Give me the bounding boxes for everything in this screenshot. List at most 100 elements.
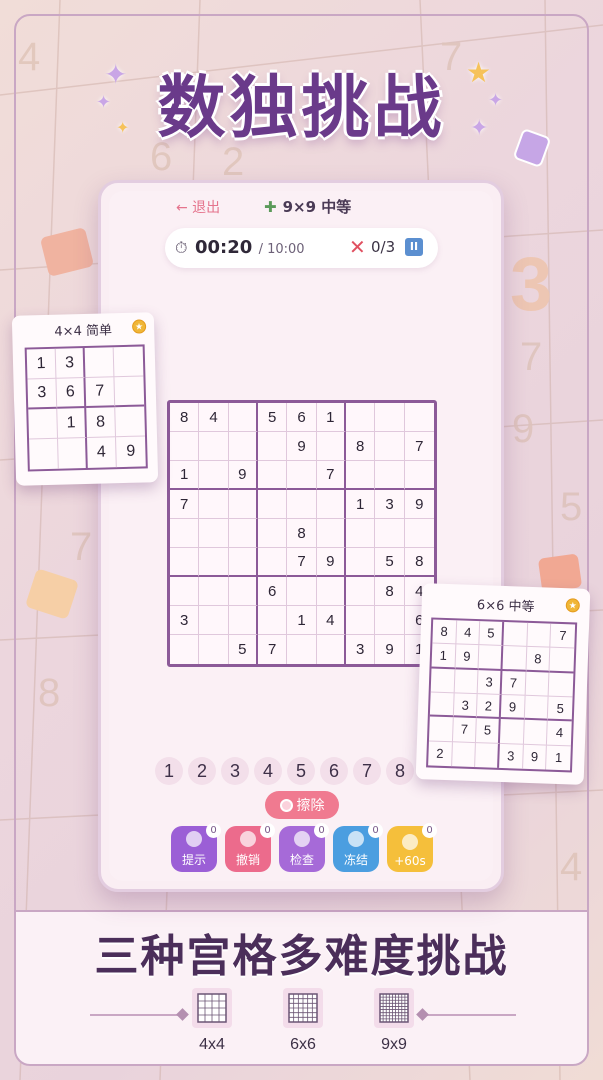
sudoku-cell[interactable]	[548, 672, 574, 698]
sudoku-cell[interactable]	[375, 461, 405, 490]
sudoku-cell[interactable]	[475, 742, 500, 768]
size-option-9x9[interactable]: 9x9	[370, 988, 418, 1054]
sudoku-cell[interactable]: 6	[56, 377, 87, 409]
sudoku-cell[interactable]	[503, 622, 528, 648]
number-key-5[interactable]: 5	[287, 757, 315, 785]
sudoku-cell[interactable]	[478, 645, 504, 671]
sudoku-cell[interactable]: 8	[404, 548, 434, 577]
sudoku-cell[interactable]	[258, 519, 288, 548]
sudoku-cell[interactable]: 1	[346, 490, 376, 519]
sudoku-cell[interactable]: 1	[546, 745, 570, 770]
sudoku-cell[interactable]: 9	[228, 461, 258, 490]
sudoku-cell[interactable]	[170, 548, 200, 577]
number-key-7[interactable]: 7	[353, 757, 381, 785]
sudoku-cell[interactable]	[549, 647, 575, 674]
sudoku-cell[interactable]	[287, 461, 317, 490]
sudoku-cell[interactable]	[199, 432, 229, 461]
sudoku-cell[interactable]	[375, 606, 405, 635]
number-key-1[interactable]: 1	[155, 757, 183, 785]
sudoku-cell[interactable]: 7	[316, 461, 346, 490]
sudoku-cell[interactable]	[502, 646, 527, 672]
sudoku-cell[interactable]	[115, 406, 146, 438]
sudoku-cell[interactable]	[170, 432, 200, 461]
sudoku-cell[interactable]	[228, 432, 258, 461]
sudoku-cell[interactable]: 1	[57, 407, 88, 439]
sudoku-cell[interactable]: 8	[346, 432, 376, 461]
sudoku-cell[interactable]	[526, 622, 552, 648]
sudoku-cell[interactable]	[430, 668, 456, 694]
sudoku-cell[interactable]: 7	[258, 635, 288, 664]
sudoku-cell[interactable]	[29, 438, 59, 470]
sudoku-cell[interactable]: 9	[116, 436, 146, 467]
sudoku-cell[interactable]: 6	[287, 403, 317, 432]
sudoku-cell[interactable]: 3	[375, 490, 405, 519]
sudoku-cell[interactable]: 4	[199, 403, 229, 432]
sudoku-cell[interactable]	[375, 519, 405, 548]
sudoku-cell[interactable]: 3	[27, 378, 58, 410]
size-option-4x4[interactable]: 4x4	[188, 988, 236, 1054]
sudoku-cell[interactable]	[28, 408, 59, 440]
sudoku-cell[interactable]: 3	[346, 635, 376, 664]
sudoku-cell[interactable]: 7	[170, 490, 200, 519]
sudoku-cell[interactable]: 8	[375, 577, 405, 606]
sudoku-cell[interactable]	[346, 403, 376, 432]
sudoku-cell[interactable]	[84, 347, 115, 378]
sudoku-cell[interactable]	[525, 671, 550, 697]
sudoku-cell[interactable]	[228, 548, 258, 577]
sudoku-cell[interactable]	[113, 346, 144, 378]
sudoku-cell[interactable]: 9	[500, 694, 526, 721]
sudoku-cell[interactable]	[375, 403, 405, 432]
sudoku-cell[interactable]	[404, 461, 434, 490]
sudoku-cell[interactable]: 3	[499, 743, 524, 769]
sudoku-cell[interactable]: 4	[316, 606, 346, 635]
sudoku-cell[interactable]: 8	[526, 647, 551, 673]
sudoku-cell[interactable]: 7	[501, 670, 527, 696]
sudoku-cell[interactable]: 9	[287, 432, 317, 461]
exit-button[interactable]: ← 退出	[176, 197, 220, 217]
sudoku-cell[interactable]	[346, 606, 376, 635]
sudoku-cell[interactable]	[170, 519, 200, 548]
sudoku-cell[interactable]	[228, 606, 258, 635]
sudoku-cell[interactable]	[316, 432, 346, 461]
sudoku-cell[interactable]	[346, 519, 376, 548]
number-key-8[interactable]: 8	[386, 757, 414, 785]
sudoku-cell[interactable]	[228, 577, 258, 606]
sudoku-cell[interactable]	[258, 548, 288, 577]
sudoku-cell[interactable]	[523, 720, 549, 746]
sudoku-cell[interactable]	[199, 490, 229, 519]
power-up-button[interactable]: 检查 0	[279, 823, 329, 872]
sudoku-cell[interactable]	[451, 741, 477, 768]
sudoku-cell[interactable]: 9	[404, 490, 434, 519]
sudoku-cell[interactable]	[199, 606, 229, 635]
sudoku-cell[interactable]: 8	[170, 403, 200, 432]
sudoku-cell[interactable]	[316, 490, 346, 519]
sudoku-cell[interactable]	[375, 432, 405, 461]
sudoku-cell[interactable]: 4	[547, 720, 572, 747]
sudoku-cell[interactable]: 7	[452, 717, 478, 743]
size-option-6x6[interactable]: 6x6	[279, 988, 327, 1054]
sudoku-cell[interactable]: 9	[455, 644, 480, 670]
sudoku-cell[interactable]: 8	[287, 519, 317, 548]
pause-button[interactable]: II	[405, 238, 423, 256]
sudoku-cell[interactable]: 8	[86, 407, 117, 438]
sudoku-cell[interactable]: 1	[170, 461, 200, 490]
number-key-2[interactable]: 2	[188, 757, 216, 785]
sudoku-cell[interactable]	[287, 635, 317, 664]
erase-button[interactable]: 擦除	[265, 791, 339, 819]
sudoku-cell[interactable]	[287, 577, 317, 606]
sudoku-cell[interactable]: 2	[428, 741, 453, 767]
sudoku-cell[interactable]: 6	[258, 577, 288, 606]
sudoku-cell[interactable]: 1	[431, 643, 457, 669]
sudoku-cell[interactable]: 3	[477, 669, 503, 695]
sudoku-cell[interactable]	[287, 490, 317, 519]
sudoku-cell[interactable]	[454, 668, 479, 695]
sudoku-cell[interactable]	[199, 635, 229, 664]
power-up-button[interactable]: 提示 0	[171, 823, 221, 872]
sudoku-cell[interactable]	[228, 403, 258, 432]
sudoku-cell[interactable]	[346, 577, 376, 606]
sudoku-cell[interactable]	[346, 461, 376, 490]
sudoku-cell[interactable]: 3	[55, 347, 86, 379]
sudoku-cell[interactable]	[429, 692, 455, 718]
sudoku-cell[interactable]	[258, 461, 288, 490]
sudoku-cell[interactable]	[199, 519, 229, 548]
